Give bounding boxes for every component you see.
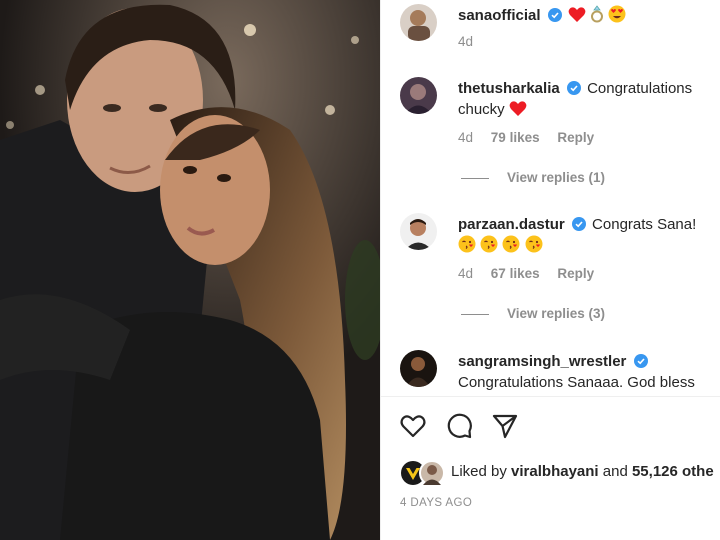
comment-2-emojis: [458, 235, 543, 256]
caption-emojis: [568, 5, 626, 24]
comment-1-meta: 4d 79 likes Reply: [458, 130, 608, 145]
comment-2-text: Congrats Sana!: [592, 216, 697, 233]
comment-1-view-replies-button[interactable]: View replies (1): [461, 170, 605, 185]
comment-3-username[interactable]: sangramsingh_wrestler: [458, 353, 626, 370]
author-avatar[interactable]: [400, 4, 437, 41]
comment-2-view-replies-button[interactable]: View replies (3): [461, 306, 605, 321]
liked-by-user[interactable]: viralbhayani: [511, 463, 599, 480]
comment-1-text: Congratulations: [587, 80, 693, 97]
view-replies-line: [461, 313, 489, 315]
red-heart-emoji-icon: [568, 7, 586, 22]
comment-avatar[interactable]: [400, 77, 437, 114]
comment-1-text-line2: chucky: [458, 101, 505, 118]
comment-2-view-replies-text: View replies (3): [507, 306, 606, 321]
ring-emoji-icon: [591, 5, 604, 23]
post-date: 4 DAYS AGO: [400, 497, 473, 509]
comment-1-reply-button[interactable]: Reply: [557, 130, 594, 145]
share-icon[interactable]: [491, 412, 519, 440]
comment-2-age: 4d: [458, 266, 474, 281]
comment-3: sangramsingh_wrestler: [458, 351, 650, 372]
heart-eyes-emoji-icon: [608, 5, 626, 23]
comment-2-likes[interactable]: 67 likes: [491, 266, 540, 281]
comment-2: parzaan.dastur Congrats Sana!: [458, 214, 696, 235]
comment-3-text: Congratulations Sanaaa. God bless: [458, 374, 695, 391]
liked-by-avatars[interactable]: [401, 460, 445, 486]
comment-1-line2: chucky: [458, 99, 527, 120]
kiss-emoji-icon: [502, 235, 520, 253]
couple-photo: [0, 0, 380, 540]
comment-icon[interactable]: [445, 412, 473, 440]
liked-by-and: and: [602, 463, 628, 480]
comments-panel: sanaofficial 4d thetusharkalia Congratul…: [380, 0, 720, 540]
comment-1-age: 4d: [458, 130, 474, 145]
comment-1-likes[interactable]: 79 likes: [491, 130, 540, 145]
post-author-row: sanaofficial: [458, 5, 626, 26]
comment-1-username[interactable]: thetusharkalia: [458, 80, 560, 97]
verified-badge-icon: [547, 8, 562, 22]
comment-2-username[interactable]: parzaan.dastur: [458, 216, 565, 233]
kiss-emoji-icon: [458, 235, 476, 253]
post-age-text: 4d: [458, 34, 474, 49]
kiss-emoji-icon: [525, 235, 543, 253]
comment-1: thetusharkalia Congratulations: [458, 78, 692, 99]
red-heart-emoji-icon: [509, 101, 527, 116]
verified-badge-icon: [566, 81, 581, 95]
liked-by-prefix: Liked by: [451, 463, 507, 480]
post-photo: [0, 0, 380, 540]
comment-2-meta: 4d 67 likes Reply: [458, 266, 608, 281]
kiss-emoji-icon: [480, 235, 498, 253]
comment-3-text-row: Congratulations Sanaaa. God bless: [458, 372, 695, 393]
actions-divider: [381, 396, 720, 397]
heart-icon[interactable]: [399, 412, 427, 440]
liked-by-others-count[interactable]: 55,126 othe: [632, 463, 714, 480]
verified-badge-icon: [571, 217, 586, 231]
view-replies-line: [461, 177, 489, 179]
comment-avatar[interactable]: [400, 213, 437, 250]
liked-by-text: Liked by viralbhayani and 55,126 othe: [451, 463, 714, 480]
comment-avatar[interactable]: [400, 350, 437, 387]
comment-2-reply-button[interactable]: Reply: [557, 266, 594, 281]
post-age: 4d: [458, 34, 487, 49]
post-author-username[interactable]: sanaofficial: [458, 7, 541, 24]
comment-1-view-replies-text: View replies (1): [507, 170, 606, 185]
verified-badge-icon: [633, 354, 648, 368]
